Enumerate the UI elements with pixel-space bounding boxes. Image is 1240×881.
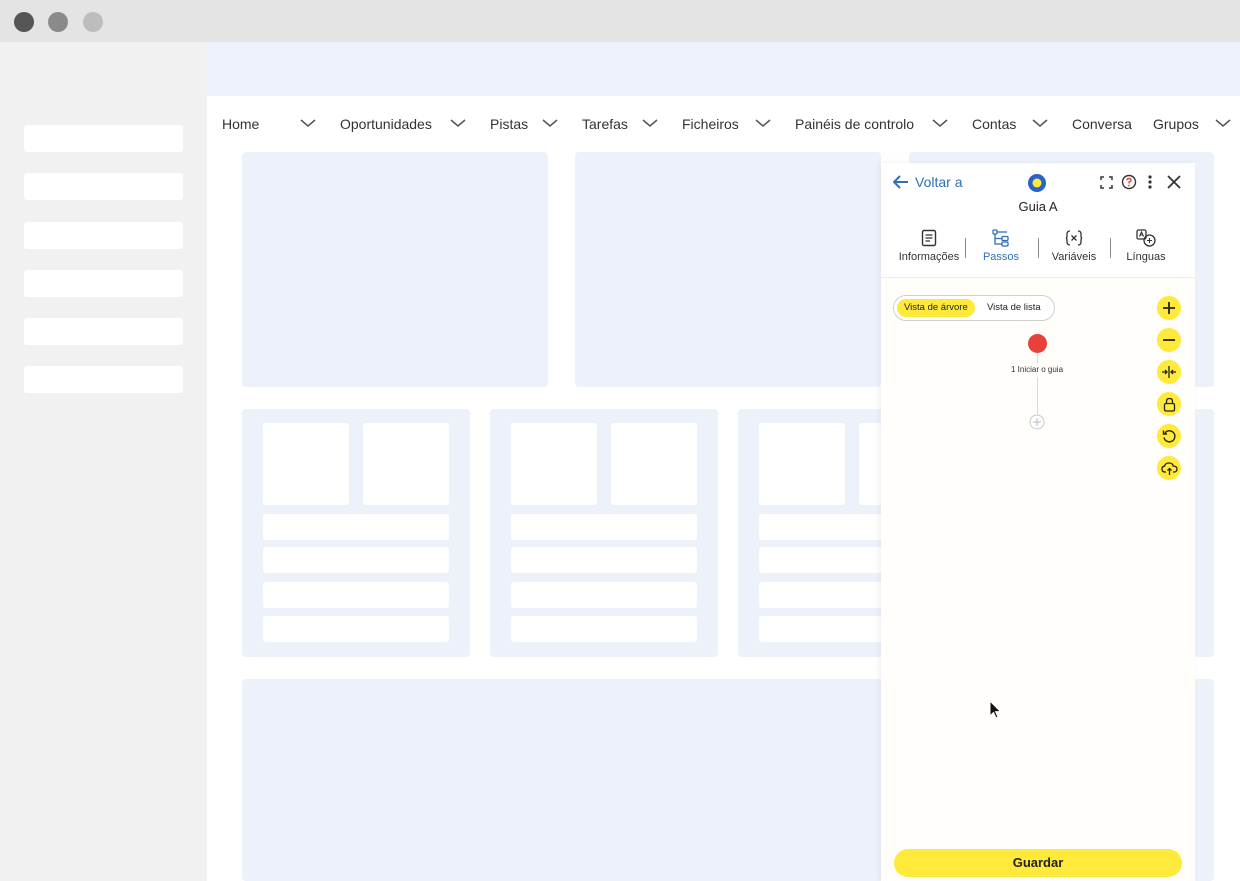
placeholder-line <box>511 514 697 540</box>
chevron-down-icon[interactable] <box>1032 118 1048 128</box>
undo-button[interactable] <box>1157 424 1181 448</box>
window-minimize-dot[interactable] <box>48 12 68 32</box>
connector-line <box>1037 353 1038 363</box>
placeholder-line <box>263 547 449 573</box>
chevron-down-icon[interactable] <box>932 118 948 128</box>
add-step-icon[interactable] <box>1029 414 1045 430</box>
chevron-down-icon[interactable] <box>642 118 658 128</box>
mouse-cursor-icon <box>989 700 1002 719</box>
sidebar-placeholder-item[interactable] <box>24 125 183 152</box>
nav-item-tarefas[interactable]: Tarefas <box>582 116 628 132</box>
nav-item-contas[interactable]: Contas <box>972 116 1016 132</box>
tab-label: Variáveis <box>1051 251 1097 263</box>
undo-icon <box>1162 429 1176 443</box>
save-button[interactable]: Guardar <box>894 849 1182 877</box>
top-navigation: Home Oportunidades Pistas Tarefas Fichei… <box>207 96 1240 152</box>
guide-logo-icon <box>1028 174 1046 192</box>
tab-passos[interactable]: Passos <box>977 229 1025 263</box>
sidebar-placeholder-item[interactable] <box>24 222 183 249</box>
variable-icon <box>1065 230 1083 246</box>
start-step-node[interactable] <box>1028 334 1047 353</box>
nav-item-pistas[interactable]: Pistas <box>490 116 528 132</box>
fit-view-button[interactable] <box>1157 360 1181 384</box>
nav-item-conversa[interactable]: Conversa <box>1072 116 1132 132</box>
nav-item-grupos[interactable]: Grupos <box>1153 116 1199 132</box>
placeholder-card <box>242 409 470 657</box>
arrow-left-icon <box>893 175 908 189</box>
placeholder-line <box>263 582 449 608</box>
zoom-in-button[interactable] <box>1157 296 1181 320</box>
document-icon <box>921 229 937 247</box>
tab-divider <box>1110 238 1111 258</box>
more-vertical-icon[interactable] <box>1147 174 1153 190</box>
placeholder-line <box>263 616 449 642</box>
sidebar <box>0 42 207 881</box>
placeholder-box <box>511 423 597 505</box>
chevron-down-icon[interactable] <box>300 118 316 128</box>
zoom-in-icon <box>1163 302 1175 314</box>
placeholder-box <box>611 423 697 505</box>
placeholder-line <box>511 582 697 608</box>
tab-linguas[interactable]: Línguas <box>1121 229 1171 263</box>
language-icon <box>1136 229 1156 247</box>
guide-editor-panel: Voltar a Guia A Informações Passos Variá… <box>881 163 1195 881</box>
placeholder-line <box>511 547 697 573</box>
chevron-down-icon[interactable] <box>1215 118 1231 128</box>
sidebar-placeholder-item[interactable] <box>24 173 183 200</box>
chevron-down-icon[interactable] <box>542 118 558 128</box>
cloud-upload-button[interactable] <box>1157 456 1181 480</box>
back-label: Voltar a <box>915 174 963 190</box>
tab-label: Passos <box>982 251 1020 263</box>
cloud-upload-icon <box>1160 461 1178 475</box>
tree-view-option[interactable]: Vista de árvore <box>897 299 975 317</box>
nav-item-home[interactable]: Home <box>222 116 259 132</box>
sidebar-placeholder-item[interactable] <box>24 366 183 393</box>
placeholder-card <box>575 152 881 387</box>
view-toggle: Vista de árvore Vista de lista <box>893 295 1055 321</box>
chevron-down-icon[interactable] <box>450 118 466 128</box>
placeholder-box <box>263 423 349 505</box>
tab-label: Línguas <box>1126 251 1166 263</box>
tree-icon <box>992 229 1009 247</box>
zoom-out-icon <box>1163 339 1175 341</box>
panel-title: Guia A <box>1018 199 1058 214</box>
panel-header: Voltar a Guia A Informações Passos Variá… <box>881 163 1195 278</box>
zoom-out-button[interactable] <box>1157 328 1181 352</box>
window-close-dot[interactable] <box>14 12 34 32</box>
help-icon[interactable] <box>1121 174 1137 190</box>
tab-variaveis[interactable]: Variáveis <box>1047 229 1101 263</box>
fit-icon <box>1162 366 1176 378</box>
sidebar-placeholder-item[interactable] <box>24 318 183 345</box>
nav-item-oportunidades[interactable]: Oportunidades <box>340 116 432 132</box>
nav-item-paineis[interactable]: Painéis de controlo <box>795 116 914 132</box>
window-titlebar <box>0 0 1240 42</box>
connector-line <box>1037 377 1038 414</box>
list-view-option[interactable]: Vista de lista <box>980 299 1048 317</box>
fullscreen-icon[interactable] <box>1100 176 1113 189</box>
close-icon[interactable] <box>1166 174 1182 190</box>
tab-label: Informações <box>898 251 960 263</box>
placeholder-card <box>490 409 718 657</box>
tab-divider <box>965 238 966 258</box>
placeholder-box <box>759 423 845 505</box>
lock-button[interactable] <box>1157 392 1181 416</box>
lock-icon <box>1163 397 1175 412</box>
nav-item-ficheiros[interactable]: Ficheiros <box>682 116 739 132</box>
tab-divider <box>1038 238 1039 258</box>
window-maximize-dot[interactable] <box>83 12 103 32</box>
chevron-down-icon[interactable] <box>755 118 771 128</box>
sidebar-placeholder-item[interactable] <box>24 270 183 297</box>
placeholder-line <box>511 616 697 642</box>
tab-informacoes[interactable]: Informações <box>897 229 961 263</box>
back-button[interactable]: Voltar a <box>893 174 962 190</box>
placeholder-card <box>242 152 548 387</box>
placeholder-box <box>363 423 449 505</box>
placeholder-line <box>263 514 449 540</box>
top-banner <box>207 42 1240 96</box>
step-label: 1 Iniciar o guia <box>1010 365 1064 374</box>
